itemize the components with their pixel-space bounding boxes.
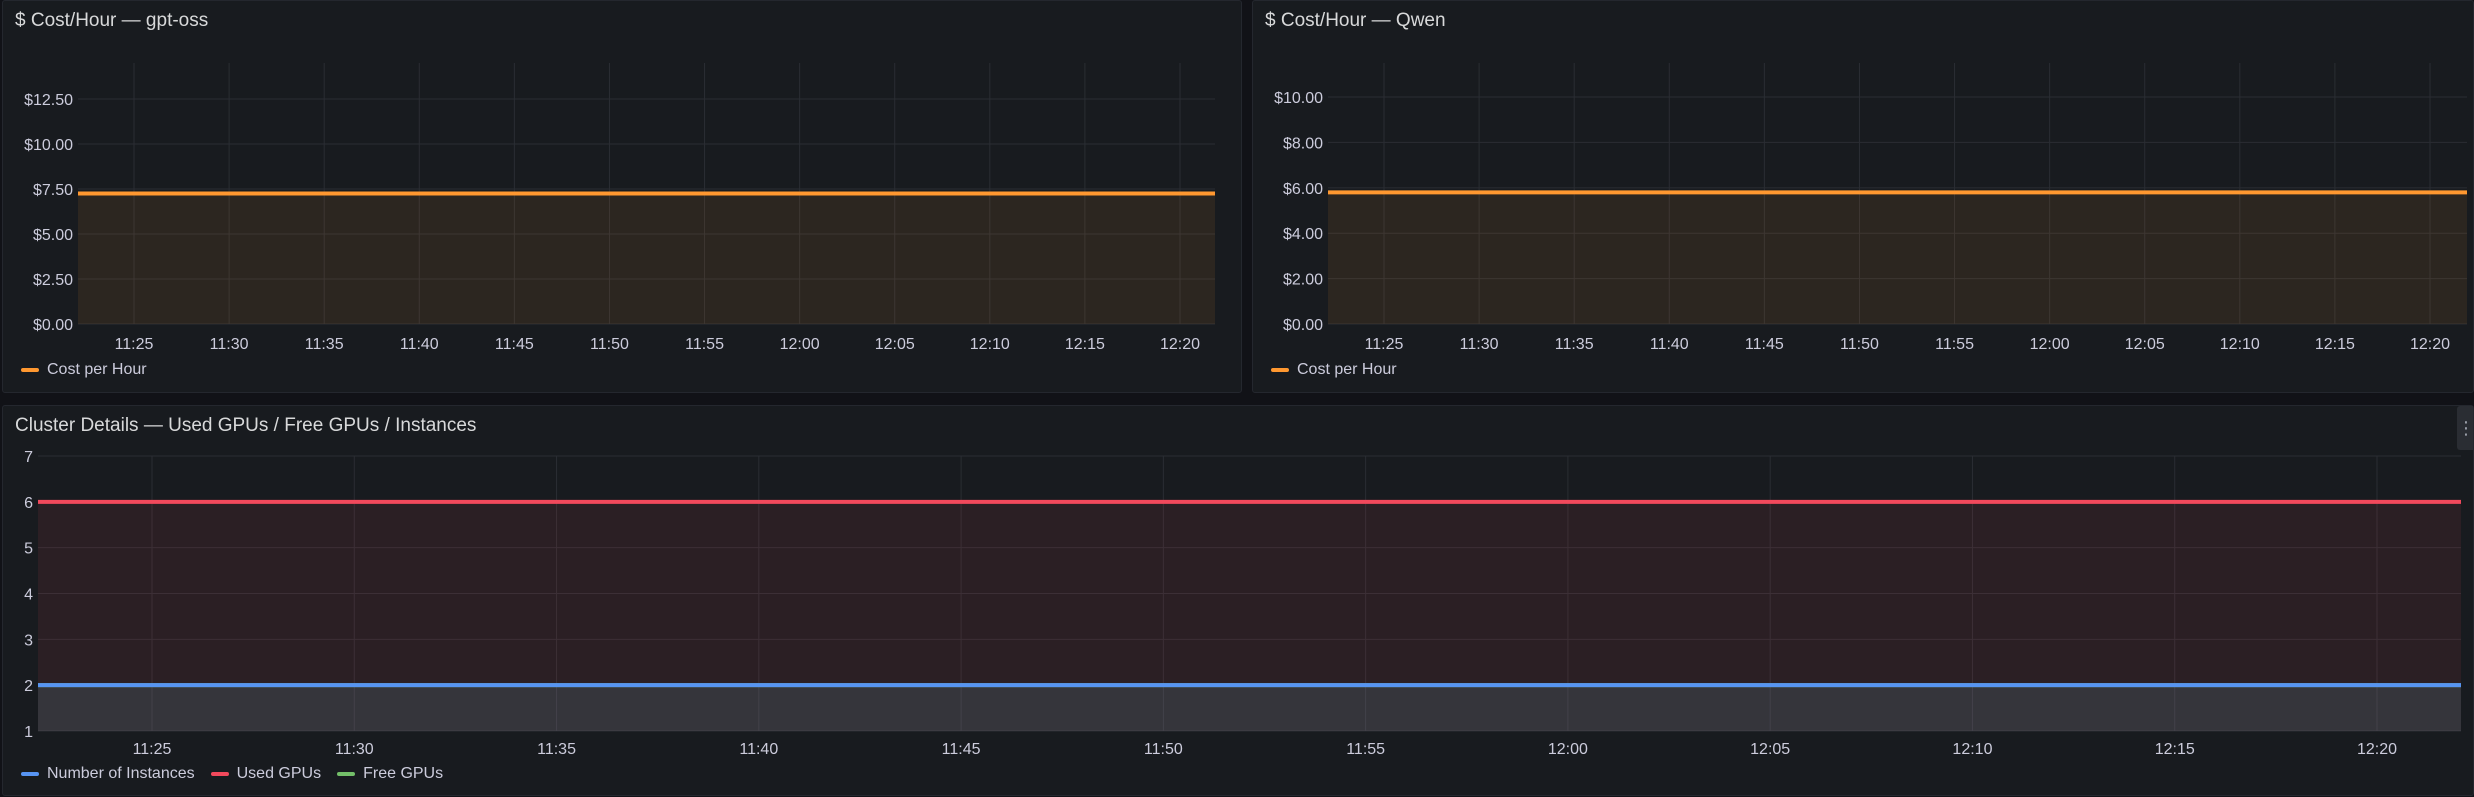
x-tick-label: 12:20 [1160, 336, 1200, 353]
legend-label: Used GPUs [236, 765, 322, 782]
x-tick-label: 11:55 [1346, 741, 1385, 758]
x-tick-label: 11:45 [495, 336, 534, 353]
x-tick-label: 11:55 [1935, 336, 1974, 353]
x-tick-label: 12:15 [2155, 741, 2195, 758]
legend-item-cost-per-hour[interactable]: Cost per Hour [21, 361, 147, 379]
y-tick-label: $4.00 [1283, 226, 1323, 243]
x-tick-label: 11:45 [942, 741, 981, 758]
y-tick-label: 3 [24, 632, 33, 649]
x-tick-label: 12:00 [1548, 741, 1588, 758]
x-tick-label: 11:25 [1365, 336, 1404, 353]
x-tick-label: 11:35 [1555, 336, 1594, 353]
y-tick-label: $2.00 [1283, 272, 1323, 289]
legend: Cost per Hour [21, 361, 147, 379]
x-tick-label: 11:30 [210, 336, 249, 353]
legend-item-free-gpus[interactable]: Free GPUs [337, 765, 443, 783]
x-tick-label: 12:05 [2125, 336, 2165, 353]
y-tick-label: $5.00 [33, 227, 73, 244]
chart-cost-qwen: $0.00 $2.00 $4.00 $6.00 $8.00 $10.00 11:25 11:3… [1274, 63, 2467, 353]
x-tick-label: 12:10 [1952, 741, 1992, 758]
x-tick-label: 11:50 [1144, 741, 1183, 758]
legend-item-cost-per-hour[interactable]: Cost per Hour [1271, 361, 1397, 379]
legend-swatch [1271, 368, 1289, 372]
series-fill [1328, 192, 2467, 324]
x-tick-label: 12:05 [1750, 741, 1790, 758]
y-tick-label: 6 [24, 495, 33, 512]
x-tick-label: 12:10 [970, 336, 1010, 353]
x-tick-label: 11:40 [739, 741, 778, 758]
x-tick-label: 12:20 [2410, 336, 2450, 353]
legend-label: Number of Instances [47, 765, 195, 782]
x-tick-label: 12:15 [1065, 336, 1105, 353]
legend-label: Cost per Hour [1297, 361, 1397, 378]
x-tick-label: 11:40 [1650, 336, 1689, 353]
x-tick-label: 11:50 [1840, 336, 1879, 353]
x-tick-label: 11:25 [115, 336, 154, 353]
x-tick-label: 11:30 [1460, 336, 1499, 353]
x-tick-label: 11:30 [335, 741, 374, 758]
legend-swatch [337, 772, 356, 776]
y-tick-label: $7.50 [33, 182, 73, 199]
x-tick-label: 12:20 [2357, 741, 2397, 758]
x-tick-label: 12:00 [2030, 336, 2070, 353]
y-tick-label: $2.50 [33, 272, 73, 289]
series-fill [78, 193, 1215, 324]
x-tick-label: 11:50 [590, 336, 629, 353]
legend: Number of Instances Used GPUs Free GPUs [21, 765, 443, 783]
x-tick-label: 11:55 [685, 336, 724, 353]
panel-menu-handle[interactable]: ⋮ [2457, 406, 2474, 450]
x-tick-label: 12:00 [780, 336, 820, 353]
panel-cost-gpt-oss[interactable]: $ Cost/Hour — gpt-oss $0.00 $2.50 $5.00 $7.… [2, 0, 1242, 393]
legend-swatch [21, 368, 39, 372]
series-fill [38, 685, 2461, 731]
y-tick-label: $0.00 [33, 317, 73, 334]
legend-label: Cost per Hour [47, 361, 147, 378]
y-tick-label: 7 [24, 449, 33, 466]
x-tick-label: 11:25 [133, 741, 172, 758]
legend-label: Free GPUs [363, 765, 444, 782]
panel-cluster-details[interactable]: Cluster Details — Used GPUs / Free GPUs … [2, 405, 2474, 796]
y-tick-label: $8.00 [1283, 135, 1323, 152]
x-tick-label: 11:45 [1745, 336, 1784, 353]
y-tick-label: 2 [24, 678, 33, 695]
x-tick-label: 11:35 [537, 741, 576, 758]
chart-cluster-details: 1 2 3 4 5 6 7 11:25 11:30 11:35 11:40 11:45 11:50 11:… [24, 449, 2461, 758]
x-tick-label: 12:10 [2220, 336, 2260, 353]
y-tick-label: $10.00 [1274, 90, 1323, 107]
legend: Cost per Hour [1271, 361, 1397, 379]
y-tick-label: 1 [24, 724, 33, 741]
x-tick-label: 12:05 [875, 336, 915, 353]
legend-item-number-of-instances[interactable]: Number of Instances [21, 765, 195, 783]
y-tick-label: 5 [24, 541, 33, 558]
legend-item-used-gpus[interactable]: Used GPUs [210, 765, 322, 783]
legend-swatch [21, 772, 39, 776]
x-tick-label: 11:35 [305, 336, 344, 353]
legend-swatch [210, 772, 229, 776]
x-tick-label: 11:40 [400, 336, 439, 353]
chart-cost-gpt-oss: $0.00 $2.50 $5.00 $7.50 $10.00 $12.50 11:25 11:… [24, 63, 1215, 353]
y-tick-label: $0.00 [1283, 317, 1323, 334]
y-tick-label: $12.50 [24, 92, 73, 109]
y-tick-label: 4 [24, 587, 33, 604]
y-tick-label: $6.00 [1283, 181, 1323, 198]
x-tick-label: 12:15 [2315, 336, 2355, 353]
panel-cost-qwen[interactable]: $ Cost/Hour — Qwen $0.00 $2.00 $4.00 $6.00 $… [1252, 0, 2474, 393]
y-tick-label: $10.00 [24, 137, 73, 154]
